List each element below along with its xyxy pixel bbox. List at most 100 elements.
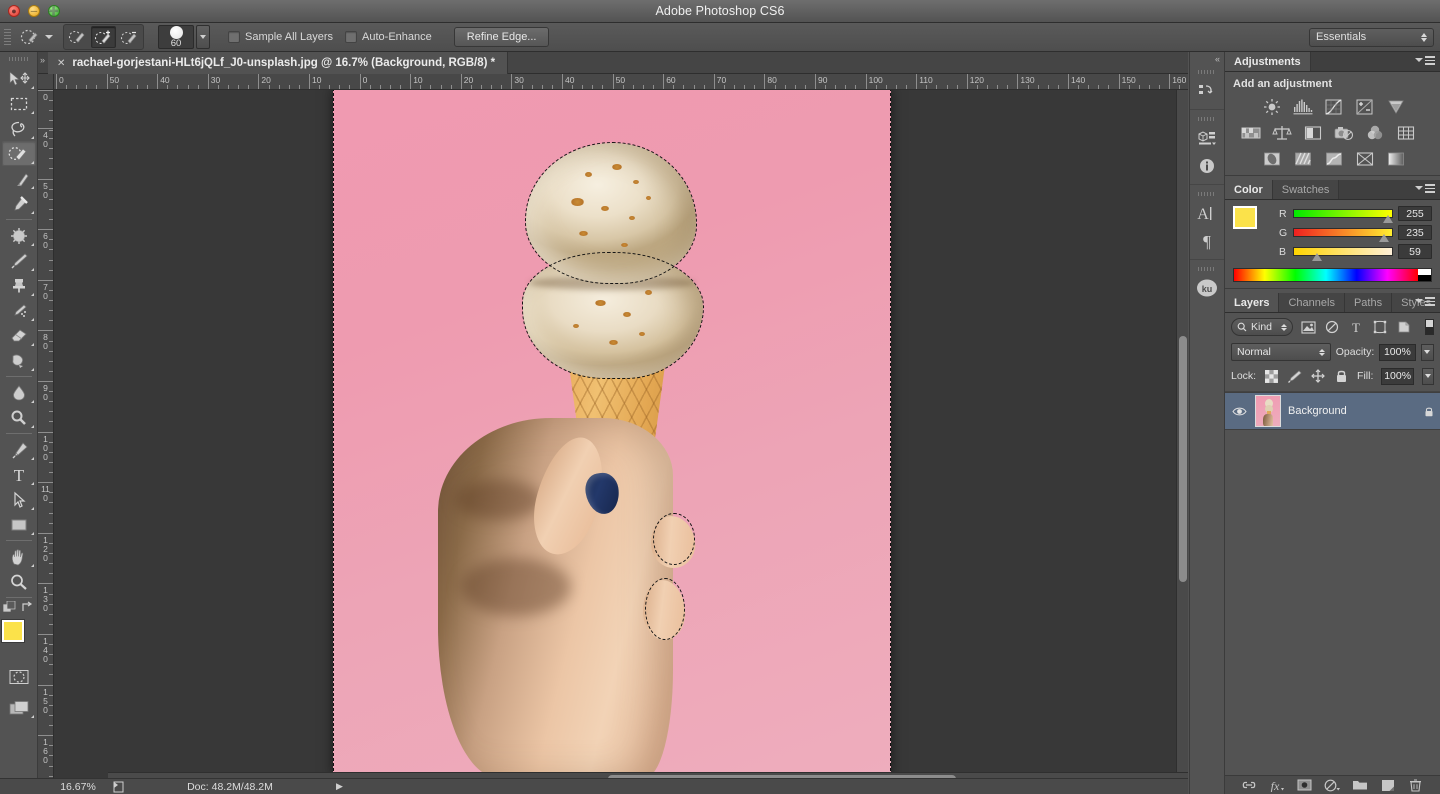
add-to-selection-button[interactable]: [91, 26, 116, 48]
invert-icon[interactable]: [1261, 149, 1283, 169]
gradient-tool[interactable]: [2, 348, 36, 373]
filter-smart-object-icon[interactable]: [1395, 318, 1413, 336]
tab-adjustments[interactable]: Adjustments: [1225, 52, 1311, 71]
dock-gripper[interactable]: [1190, 66, 1224, 77]
zoom-tool[interactable]: [2, 569, 36, 594]
screen-mode-button[interactable]: [2, 695, 36, 720]
filter-adjustment-icon[interactable]: [1323, 318, 1341, 336]
close-document-icon[interactable]: ✕: [57, 58, 65, 69]
color-swatches[interactable]: [2, 620, 36, 654]
canvas-vertical-scrollbar[interactable]: [1176, 90, 1188, 772]
swap-colors-icon[interactable]: [21, 601, 34, 614]
link-layers-icon[interactable]: [1240, 777, 1258, 793]
adjustments-panel-menu-icon[interactable]: [1415, 56, 1435, 65]
lasso-tool[interactable]: [2, 116, 36, 141]
channel-mixer-icon[interactable]: [1364, 123, 1386, 143]
b-channel-slider[interactable]: [1293, 247, 1393, 256]
ruler-origin-corner[interactable]: [38, 74, 54, 90]
tab-layers[interactable]: Layers: [1225, 293, 1279, 312]
layer-filter-toggle[interactable]: [1425, 319, 1434, 335]
color-panel-swatches[interactable]: [1233, 206, 1269, 240]
clone-stamp-tool[interactable]: [2, 273, 36, 298]
tool-preset-picker[interactable]: [17, 26, 53, 48]
move-tool[interactable]: [2, 66, 36, 91]
auto-enhance-control[interactable]: Auto-Enhance: [345, 31, 432, 43]
history-panel-icon[interactable]: [1190, 77, 1224, 105]
canvas-area[interactable]: [54, 90, 1188, 784]
character-panel-icon[interactable]: A: [1190, 199, 1224, 227]
dock-gripper-2[interactable]: [1190, 113, 1224, 124]
filter-type-icon[interactable]: T: [1347, 318, 1365, 336]
opacity-value[interactable]: 100%: [1379, 344, 1415, 361]
quick-mask-mode-button[interactable]: [2, 664, 36, 689]
eraser-tool[interactable]: [2, 323, 36, 348]
foreground-color-swatch[interactable]: [2, 620, 24, 642]
tab-swatches[interactable]: Swatches: [1273, 180, 1340, 199]
tab-paths[interactable]: Paths: [1345, 293, 1392, 312]
auto-enhance-checkbox[interactable]: [345, 31, 357, 43]
layer-filter-kind-select[interactable]: Kind: [1231, 318, 1293, 336]
exposure-icon[interactable]: [1354, 97, 1376, 117]
new-selection-button[interactable]: [65, 26, 90, 48]
new-group-icon[interactable]: [1351, 777, 1369, 793]
rectangular-marquee-tool[interactable]: [2, 91, 36, 116]
kuler-panel-icon[interactable]: ku: [1190, 274, 1224, 302]
quick-selection-tool[interactable]: [2, 141, 36, 166]
tool-preset-chevron-down-icon[interactable]: [45, 35, 53, 39]
filter-shape-icon[interactable]: [1371, 318, 1389, 336]
threshold-icon[interactable]: [1323, 149, 1345, 169]
layer-row-background[interactable]: Background: [1225, 392, 1440, 430]
new-layer-icon[interactable]: [1379, 777, 1397, 793]
vertical-scroll-thumb[interactable]: [1179, 336, 1187, 582]
lock-position-icon[interactable]: [1311, 367, 1326, 385]
brush-tool[interactable]: [2, 248, 36, 273]
layer-mask-icon[interactable]: [1296, 777, 1314, 793]
color-panel-foreground-swatch[interactable]: [1233, 206, 1257, 229]
layer-visibility-eye-icon[interactable]: [1231, 406, 1248, 417]
zoom-level[interactable]: 16.67%: [48, 781, 108, 793]
color-spectrum-ramp[interactable]: [1233, 268, 1432, 282]
levels-icon[interactable]: [1292, 97, 1314, 117]
b-slider-knob[interactable]: [1312, 253, 1322, 261]
history-brush-tool[interactable]: [2, 298, 36, 323]
tab-color[interactable]: Color: [1225, 180, 1273, 199]
blend-mode-select[interactable]: Normal: [1231, 343, 1331, 361]
brush-options-chevron-down-icon[interactable]: [196, 25, 210, 49]
lock-image-pixels-icon[interactable]: [1287, 367, 1302, 385]
black-white-icon[interactable]: [1302, 123, 1324, 143]
refine-edge-button[interactable]: Refine Edge...: [454, 27, 550, 47]
g-channel-value[interactable]: 235: [1398, 225, 1432, 240]
document-canvas[interactable]: [333, 90, 891, 776]
photo-filter-icon[interactable]: [1333, 123, 1355, 143]
color-panel-menu-icon[interactable]: [1415, 184, 1435, 193]
spectrum-strip[interactable]: [1234, 269, 1418, 281]
options-bar-gripper[interactable]: [4, 27, 11, 47]
horizontal-type-tool[interactable]: T: [2, 462, 36, 487]
new-fill-adjustment-icon[interactable]: [1323, 777, 1341, 793]
fill-chevron-down-icon[interactable]: [1422, 368, 1434, 385]
paragraph-panel-icon[interactable]: ¶: [1190, 227, 1224, 255]
pen-tool[interactable]: [2, 437, 36, 462]
gradient-map-icon[interactable]: [1385, 149, 1407, 169]
white-black-strip[interactable]: [1418, 269, 1431, 281]
dodge-tool[interactable]: [2, 405, 36, 430]
arrange-documents-icon[interactable]: »: [40, 55, 45, 65]
layer-name[interactable]: Background: [1288, 405, 1347, 417]
selective-color-icon[interactable]: [1354, 149, 1376, 169]
sample-all-layers-checkbox[interactable]: [228, 31, 240, 43]
hue-saturation-icon[interactable]: [1240, 123, 1262, 143]
dock-gripper-4[interactable]: [1190, 263, 1224, 274]
fill-value[interactable]: 100%: [1381, 368, 1413, 385]
color-lookup-icon[interactable]: [1395, 123, 1417, 143]
hand-tool[interactable]: [2, 544, 36, 569]
status-expand-icon[interactable]: ▶: [336, 781, 343, 792]
filter-pixel-icon[interactable]: [1299, 318, 1317, 336]
brush-size-picker[interactable]: 60: [158, 25, 194, 49]
r-channel-slider[interactable]: [1293, 209, 1393, 218]
lock-transparent-pixels-icon[interactable]: [1264, 367, 1279, 385]
tab-channels[interactable]: Channels: [1279, 293, 1344, 312]
delete-layer-icon[interactable]: [1407, 777, 1425, 793]
dock-gripper-3[interactable]: [1190, 188, 1224, 199]
default-colors-icon[interactable]: [3, 601, 17, 614]
color-balance-icon[interactable]: [1271, 123, 1293, 143]
